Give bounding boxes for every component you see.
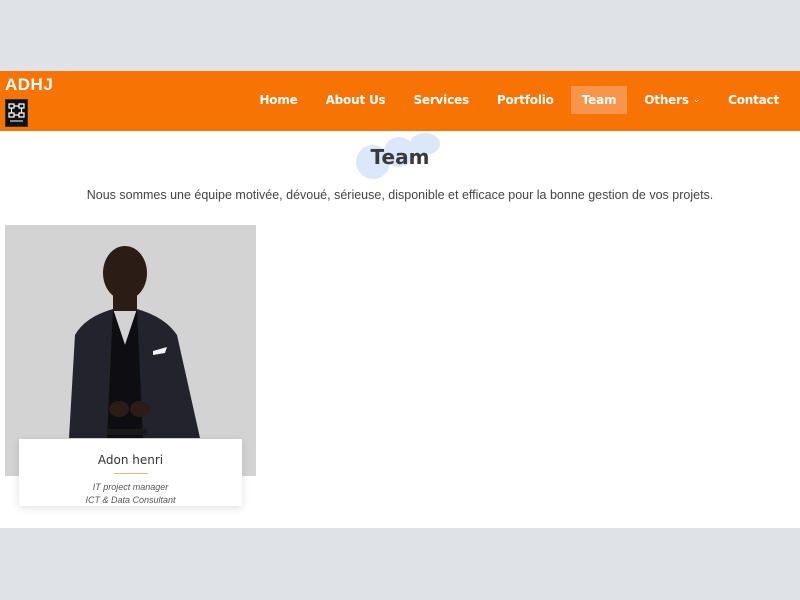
nav-about-us[interactable]: About Us (315, 86, 397, 114)
main-nav: Home About Us Services Portfolio Team Ot… (245, 86, 800, 114)
top-navbar: ADHJ Home About Us Services Portfolio Te… (0, 71, 800, 131)
nav-home-label: Home (259, 93, 298, 107)
nav-services-label: Services (413, 93, 469, 107)
member-role: IT project manager (92, 482, 169, 492)
brand-logo[interactable] (5, 99, 28, 127)
nav-services[interactable]: Services (402, 86, 479, 114)
nav-team[interactable]: Team (570, 86, 628, 114)
section-title: Team (370, 145, 430, 169)
nav-portfolio[interactable]: Portfolio (486, 86, 565, 114)
brand[interactable]: ADHJ (5, 76, 53, 127)
member-role: ICT & Data Consultant (85, 495, 176, 505)
nav-contact[interactable]: Contact (717, 86, 790, 114)
nav-others-label: Others (644, 93, 689, 107)
member-card: Adon henri IT project manager ICT & Data… (19, 439, 242, 506)
member-name: Adon henri (97, 453, 164, 467)
chevron-down-icon: ⌄ (692, 95, 701, 105)
nav-home[interactable]: Home (248, 86, 308, 114)
nav-about-us-label: About Us (325, 93, 386, 107)
brand-name[interactable]: ADHJ (5, 76, 53, 94)
nav-others[interactable]: Others ⌄ (633, 86, 711, 114)
nav-contact-label: Contact (728, 93, 779, 107)
member-divider (113, 473, 148, 474)
section-subtitle: Nous sommes une équipe motivée, dévoué, … (86, 188, 714, 202)
section-title-wrap: Team (0, 133, 800, 179)
nav-portfolio-label: Portfolio (496, 93, 554, 107)
nav-team-label: Team (581, 93, 617, 107)
team-section: Team Nous sommes une équipe motivée, dév… (0, 131, 800, 528)
